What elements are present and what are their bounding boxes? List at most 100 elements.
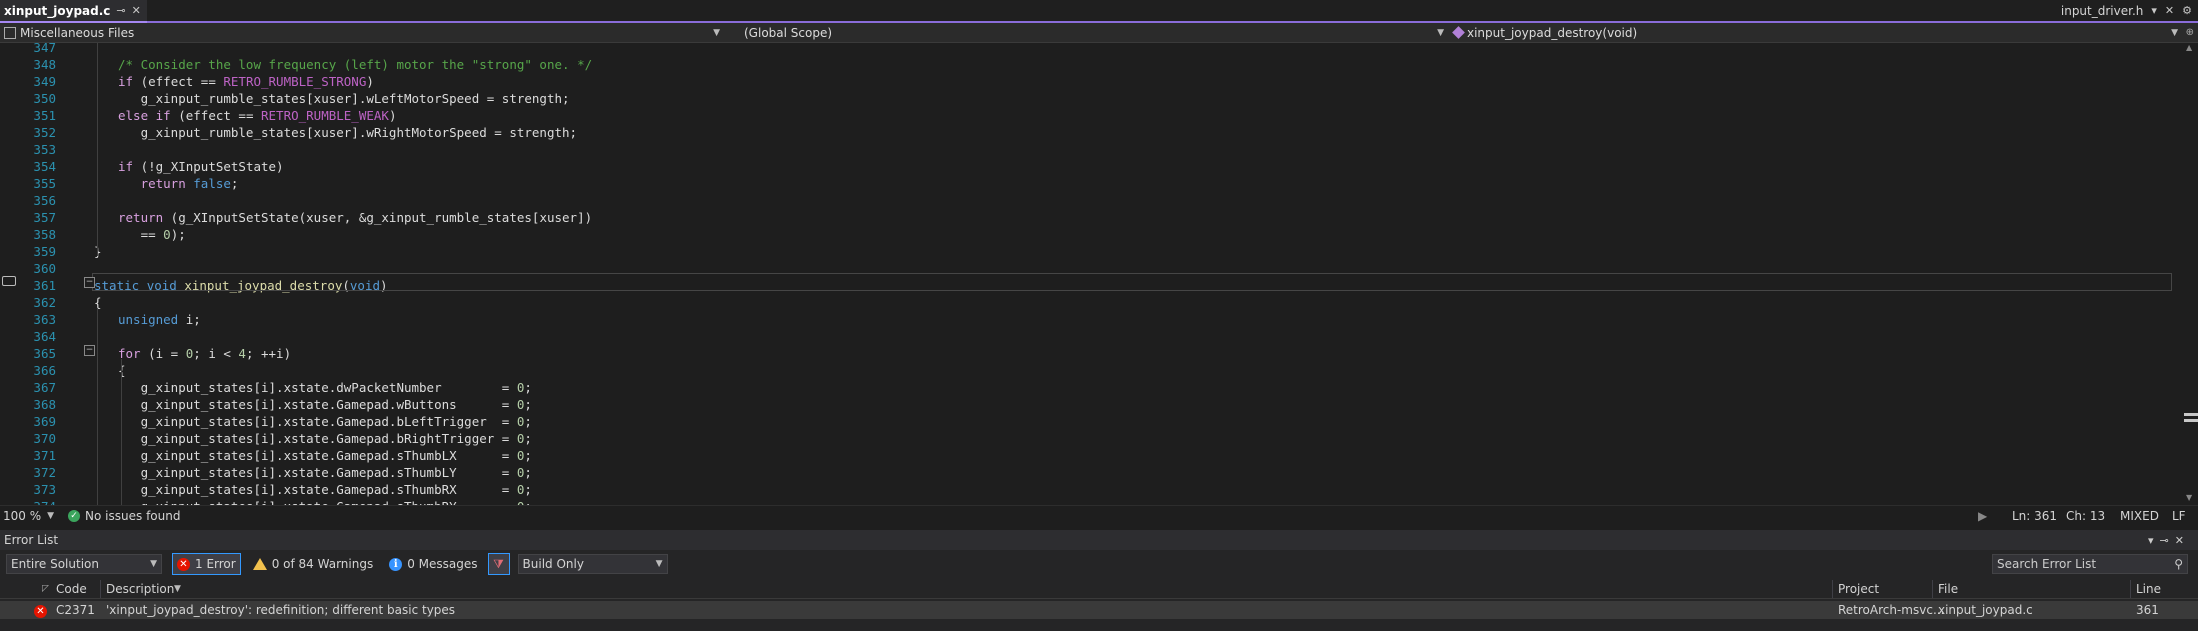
- column-project[interactable]: Project: [1838, 580, 1879, 598]
- code-line[interactable]: 354 if (!g_XInputSetState): [0, 158, 2170, 175]
- issues-status[interactable]: No issues found: [85, 509, 180, 523]
- code-line[interactable]: 351 else if (effect == RETRO_RUMBLE_WEAK): [0, 107, 2170, 124]
- project-dropdown[interactable]: Miscellaneous Files ▼: [4, 23, 720, 42]
- errors-count: 1 Error: [195, 557, 236, 571]
- panel-window-controls[interactable]: ▾⊸✕: [2148, 534, 2190, 547]
- code-line[interactable]: 372 g_xinput_states[i].xstate.Gamepad.sT…: [0, 464, 2170, 481]
- pin-icon[interactable]: ⊸: [116, 4, 125, 17]
- code-text[interactable]: if (!g_XInputSetState): [118, 158, 284, 175]
- code-line[interactable]: 349 if (effect == RETRO_RUMBLE_STRONG): [0, 73, 2170, 90]
- code-text[interactable]: g_xinput_states[i].xstate.Gamepad.bLeftT…: [118, 413, 532, 430]
- scope-dropdown[interactable]: (Global Scope) ▼: [744, 23, 1444, 42]
- code-line[interactable]: 369 g_xinput_states[i].xstate.Gamepad.bL…: [0, 413, 2170, 430]
- vertical-scrollbar[interactable]: ▲ ▼: [2184, 43, 2198, 505]
- error-icon: ✕: [177, 557, 190, 571]
- messages-filter-button[interactable]: i 0 Messages: [385, 554, 481, 574]
- column-file[interactable]: File: [1938, 580, 1958, 598]
- line-number: 372: [33, 465, 56, 480]
- code-text[interactable]: g_xinput_rumble_states[xuser].wRightMoto…: [118, 124, 578, 141]
- code-line[interactable]: 367 g_xinput_states[i].xstate.dwPacketNu…: [0, 379, 2170, 396]
- line-ending-indicator[interactable]: LF: [2172, 509, 2186, 523]
- build-filter-dropdown[interactable]: Build Only ▼: [517, 554, 668, 574]
- code-text[interactable]: unsigned i;: [118, 311, 201, 328]
- code-line[interactable]: 374 g_xinput_states[i].xstate.Gamepad.sT…: [0, 498, 2170, 505]
- code-text[interactable]: return (g_XInputSetState(xuser, &g_xinpu…: [118, 209, 592, 226]
- collapse-icon[interactable]: −: [84, 345, 95, 356]
- column-divider[interactable]: [1932, 580, 1933, 598]
- column-code[interactable]: Code: [56, 580, 87, 598]
- member-dropdown[interactable]: xinput_joypad_destroy(void) ▼: [1452, 23, 2178, 42]
- code-line[interactable]: 359}: [0, 243, 2170, 260]
- column-description[interactable]: Description: [106, 580, 174, 598]
- settings-gear-icon[interactable]: ⚙: [2182, 4, 2192, 17]
- code-editor[interactable]: 347 348 /* Consider the low frequency (lef…: [0, 43, 2198, 505]
- scroll-right-icon[interactable]: ▶: [1978, 509, 1987, 523]
- code-line[interactable]: 353: [0, 141, 2170, 158]
- warnings-count: 0 of 84 Warnings: [271, 557, 374, 571]
- build-filter-value: Build Only: [522, 557, 584, 571]
- column-divider[interactable]: [100, 580, 101, 598]
- warnings-filter-button[interactable]: 0 of 84 Warnings: [249, 554, 378, 574]
- editor-status-bar: 100 % ▼ ✓ No issues found ▶ Ln: 361 Ch: …: [0, 505, 2198, 526]
- line-number: 362: [33, 295, 56, 310]
- code-text[interactable]: if (effect == RETRO_RUMBLE_STRONG): [118, 73, 374, 90]
- code-text[interactable]: g_xinput_states[i].xstate.Gamepad.bRight…: [118, 430, 532, 447]
- indent-guide: [97, 308, 98, 505]
- column-line[interactable]: Line: [2136, 580, 2161, 598]
- code-line[interactable]: 365 for (i = 0; i < 4; ++i): [0, 345, 2170, 362]
- filter-toggle-button[interactable]: ⧩: [487, 553, 510, 575]
- code-line[interactable]: 363 unsigned i;: [0, 311, 2170, 328]
- table-row[interactable]: ✕ C2371 'xinput_joypad_destroy': redefin…: [0, 601, 2198, 619]
- code-text[interactable]: /* Consider the low frequency (left) mot…: [118, 56, 592, 73]
- code-text[interactable]: g_xinput_rumble_states[xuser].wLeftMotor…: [118, 90, 570, 107]
- error-file: xinput_joypad.c: [1938, 603, 2033, 617]
- code-text[interactable]: g_xinput_states[i].xstate.Gamepad.sThumb…: [118, 498, 532, 505]
- code-text[interactable]: g_xinput_states[i].xstate.Gamepad.sThumb…: [118, 464, 532, 481]
- code-text[interactable]: g_xinput_states[i].xstate.Gamepad.sThumb…: [118, 481, 532, 498]
- code-text[interactable]: else if (effect == RETRO_RUMBLE_WEAK): [118, 107, 396, 124]
- line-number: 369: [33, 414, 56, 429]
- code-text[interactable]: g_xinput_states[i].xstate.Gamepad.sThumb…: [118, 447, 532, 464]
- scope-filter-dropdown[interactable]: Entire Solution ▼: [6, 554, 162, 574]
- encoding-indicator[interactable]: MIXED: [2120, 509, 2159, 523]
- chevron-down-icon[interactable]: ▼: [174, 580, 181, 598]
- code-line[interactable]: 355 return false;: [0, 175, 2170, 192]
- tab-list-dropdown-icon[interactable]: ▾: [2151, 4, 2157, 17]
- zoom-level[interactable]: 100 %: [3, 509, 41, 523]
- scroll-down-icon[interactable]: ▼: [2186, 493, 2196, 503]
- column-divider[interactable]: [2130, 580, 2131, 598]
- code-line[interactable]: 347: [0, 43, 2170, 56]
- code-text[interactable]: g_xinput_states[i].xstate.Gamepad.wButto…: [118, 396, 532, 413]
- collapse-icon[interactable]: −: [84, 277, 95, 288]
- code-line[interactable]: 356: [0, 192, 2170, 209]
- tab-input-driver[interactable]: input_driver.h: [2061, 4, 2144, 18]
- line-number: 354: [33, 159, 56, 174]
- column-divider[interactable]: [1832, 580, 1833, 598]
- tab-xinput-joypad[interactable]: xinput_joypad.c ⊸ ✕: [0, 0, 147, 23]
- zoom-dropdown-icon[interactable]: ▼: [47, 511, 54, 521]
- errors-filter-button[interactable]: ✕ 1 Error: [172, 553, 241, 575]
- code-line[interactable]: 348 /* Consider the low frequency (left) …: [0, 56, 2170, 73]
- code-line[interactable]: 352 g_xinput_rumble_states[xuser].wRight…: [0, 124, 2170, 141]
- code-line[interactable]: 371 g_xinput_states[i].xstate.Gamepad.sT…: [0, 447, 2170, 464]
- line-indicator: Ln: 361: [2012, 509, 2058, 523]
- code-line[interactable]: 370 g_xinput_states[i].xstate.Gamepad.bR…: [0, 430, 2170, 447]
- error-icon: ✕: [34, 603, 47, 618]
- code-line[interactable]: 364: [0, 328, 2170, 345]
- code-text[interactable]: for (i = 0; i < 4; ++i): [118, 345, 291, 362]
- code-text[interactable]: g_xinput_states[i].xstate.dwPacketNumber…: [118, 379, 532, 396]
- code-line[interactable]: 373 g_xinput_states[i].xstate.Gamepad.sT…: [0, 481, 2170, 498]
- scroll-up-icon[interactable]: ▲: [2186, 43, 2196, 53]
- search-error-list-input[interactable]: Search Error List ⚲: [1992, 554, 2188, 574]
- code-line[interactable]: 362{: [0, 294, 2170, 311]
- close-tab-icon[interactable]: ✕: [132, 4, 141, 17]
- code-text[interactable]: return false;: [118, 175, 239, 192]
- code-line[interactable]: 368 g_xinput_states[i].xstate.Gamepad.wB…: [0, 396, 2170, 413]
- code-line[interactable]: 350 g_xinput_rumble_states[xuser].wLeftM…: [0, 90, 2170, 107]
- code-text[interactable]: == 0);: [118, 226, 186, 243]
- code-line[interactable]: 366{: [0, 362, 2170, 379]
- code-line[interactable]: 357 return (g_XInputSetState(xuser, &g_xi…: [0, 209, 2170, 226]
- code-line[interactable]: 358 == 0);: [0, 226, 2170, 243]
- close-all-icon[interactable]: ✕: [2165, 4, 2174, 17]
- split-editor-icon[interactable]: ⊕: [2186, 27, 2194, 38]
